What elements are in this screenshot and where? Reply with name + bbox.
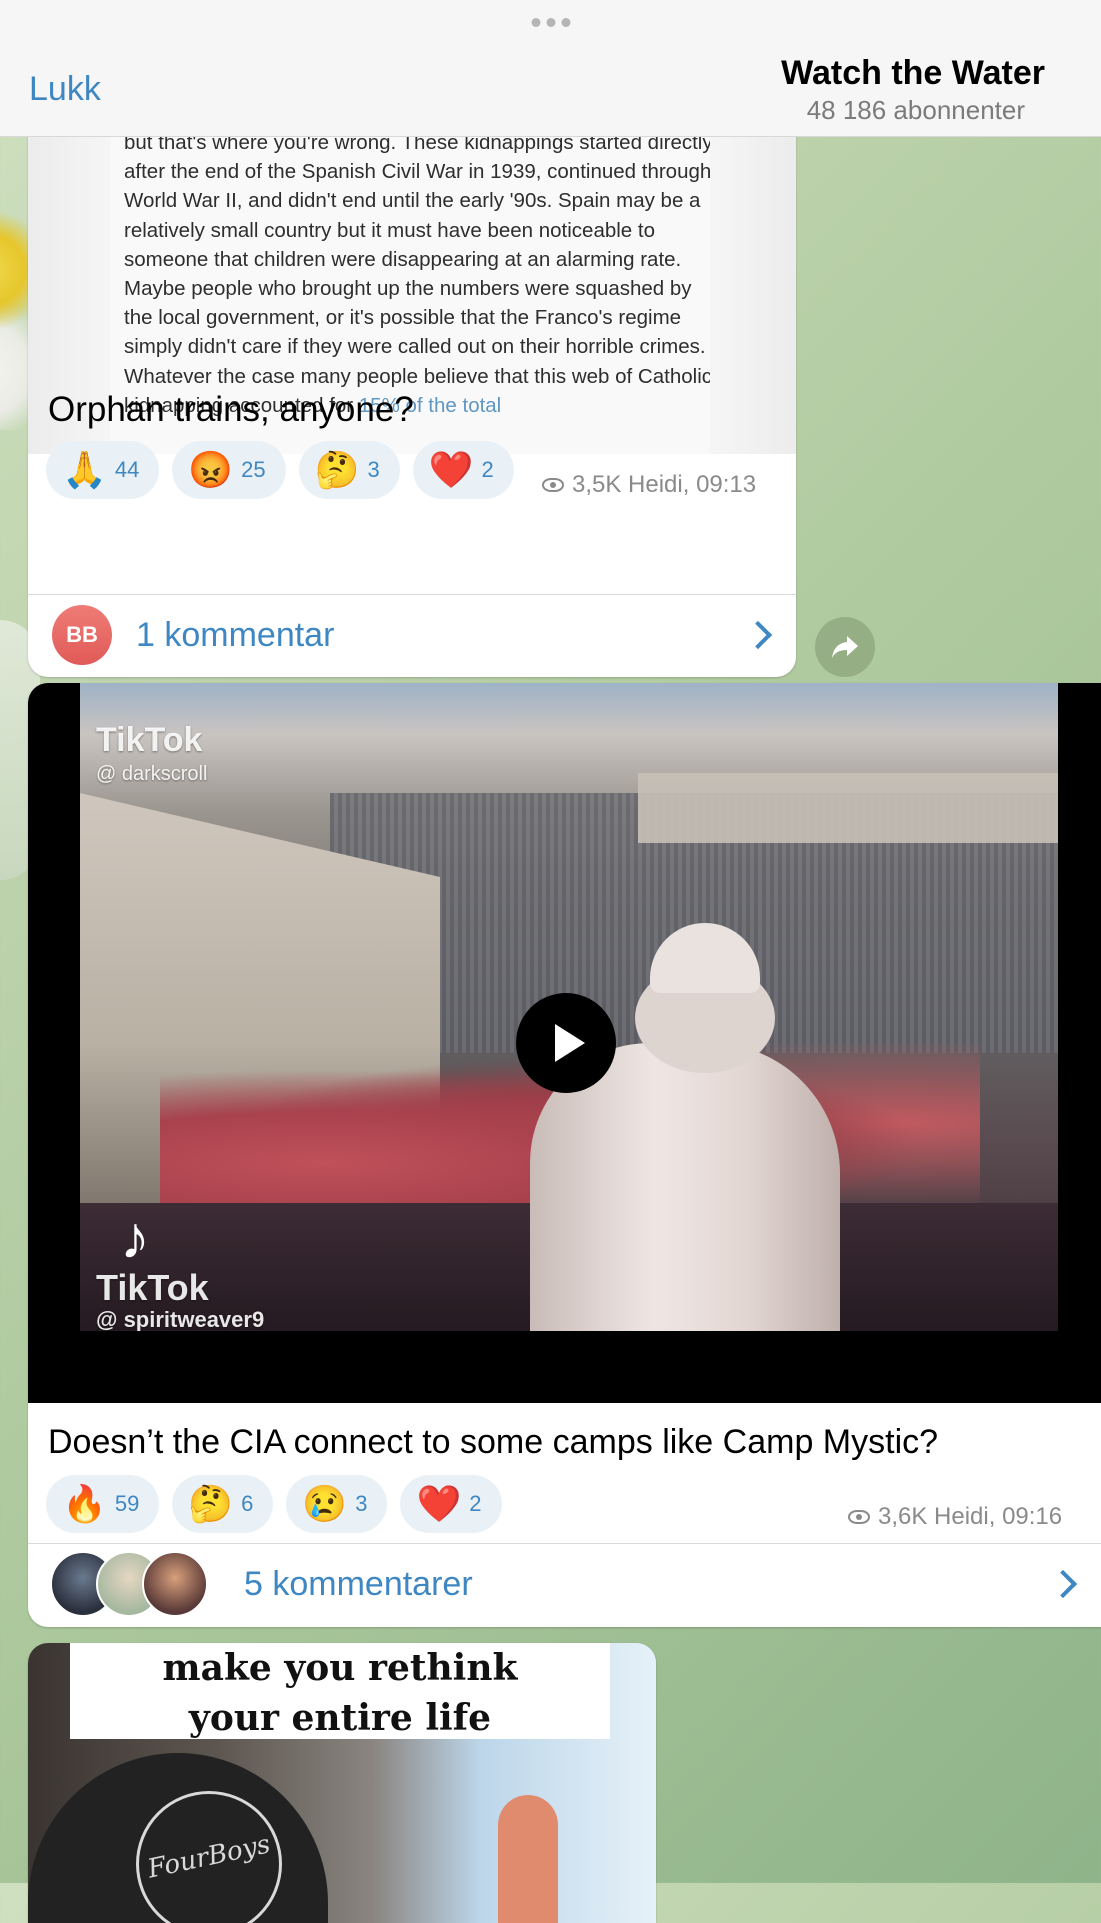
views-author-time: 3,5K Heidi, 09:13 [572, 471, 757, 498]
tiktok-logo-icon: ♪ [120, 1204, 150, 1271]
reaction-count: 44 [114, 457, 140, 482]
crying-emoji-icon: 😢 [302, 1483, 348, 1524]
post-text: Orphan trains, anyone? [48, 390, 414, 429]
avatar: BB [52, 605, 112, 665]
eye-icon [542, 478, 564, 492]
reaction-thinking[interactable]: 🤔 6 [172, 1475, 274, 1533]
hat-logo-text: FourBoys [145, 1829, 273, 1885]
thinking-emoji-icon: 🤔 [314, 449, 360, 490]
reaction-count: 3 [355, 1491, 368, 1516]
heart-emoji-icon: ❤️ [416, 1483, 462, 1524]
close-button[interactable]: Lukk [29, 70, 101, 109]
more-dots-icon[interactable] [531, 18, 570, 27]
reactions-bar: 🔥 59 🤔 6 😢 3 ❤️ 2 [46, 1475, 502, 1533]
comments-button[interactable]: 5 kommentarer [28, 1544, 1101, 1624]
share-button[interactable] [815, 617, 875, 677]
article-text: but that's where you're wrong. These kid… [124, 136, 710, 417]
share-arrow-icon [832, 636, 858, 658]
channel-post: FourBoys make you rethink your entire li… [28, 1643, 656, 1923]
reaction-thinking[interactable]: 🤔 3 [298, 441, 400, 499]
comments-label: 1 kommentar [136, 615, 335, 654]
reactions-bar: 🙏 44 😡 25 🤔 3 ❤️ 2 [46, 441, 514, 499]
comments-button[interactable]: BB 1 kommentar [28, 595, 796, 675]
reaction-count: 59 [114, 1491, 140, 1516]
reaction-heart[interactable]: ❤️ 2 [400, 1475, 502, 1533]
post-meta: 3,5K Heidi, 09:13 [542, 471, 756, 499]
reaction-count: 2 [469, 1491, 482, 1516]
avatar [142, 1551, 208, 1617]
tiktok-watermark: TikTok [96, 721, 203, 759]
channel-title[interactable]: Watch the Water [781, 54, 1045, 93]
channel-post: TikTok @ darkscroll ♪ TikTok @ spiritwea… [28, 683, 1101, 1627]
tiktok-username: @ spiritweaver9 [96, 1307, 265, 1331]
comments-label: 5 kommentarer [244, 1564, 473, 1603]
post-meta: 3,6K Heidi, 09:16 [848, 1503, 1062, 1531]
reaction-count: 3 [367, 457, 380, 482]
thinking-emoji-icon: 🤔 [188, 1483, 234, 1524]
video-player[interactable]: TikTok @ darkscroll ♪ TikTok @ spiritwea… [28, 683, 1101, 1403]
tiktok-watermark: TikTok [96, 1267, 209, 1308]
subscriber-count: 48 186 abonnenter [806, 95, 1025, 125]
reaction-crying[interactable]: 😢 3 [286, 1475, 388, 1533]
post-image[interactable]: FourBoys make you rethink your entire li… [28, 1643, 656, 1923]
reaction-count: 2 [481, 457, 494, 482]
pray-emoji-icon: 🙏 [62, 449, 107, 490]
caption-line: your entire life [188, 1697, 492, 1739]
reaction-pray[interactable]: 🙏 44 [46, 441, 160, 499]
hand [498, 1795, 558, 1923]
reaction-angry[interactable]: 😡 25 [172, 441, 286, 499]
channel-post: but that's where you're wrong. These kid… [28, 100, 796, 677]
chevron-right-icon [1048, 1569, 1078, 1599]
eye-icon [848, 1510, 870, 1524]
image-caption: make you rethink your entire life [70, 1643, 610, 1739]
sheet-header: Lukk Watch the Water 48 186 abonnenter [0, 0, 1101, 137]
caption-line: make you rethink [162, 1647, 518, 1689]
figure [530, 923, 840, 1331]
commenter-avatars [50, 1551, 208, 1617]
reaction-heart[interactable]: ❤️ 2 [412, 441, 514, 499]
heart-emoji-icon: ❤️ [428, 449, 474, 490]
fire-emoji-icon: 🔥 [62, 1483, 107, 1524]
reaction-count: 25 [241, 457, 266, 482]
tiktok-username: @ darkscroll [96, 763, 208, 785]
angry-emoji-icon: 😡 [188, 449, 234, 490]
post-text: Doesn’t the CIA connect to some camps li… [48, 1423, 939, 1461]
reaction-count: 6 [241, 1491, 254, 1516]
colonnade-right [638, 773, 1058, 843]
reaction-fire[interactable]: 🔥 59 [46, 1475, 160, 1533]
chevron-right-icon [743, 620, 773, 650]
views-author-time: 3,6K Heidi, 09:16 [878, 1503, 1063, 1530]
play-icon[interactable] [516, 993, 616, 1093]
figure-cap [650, 923, 760, 993]
